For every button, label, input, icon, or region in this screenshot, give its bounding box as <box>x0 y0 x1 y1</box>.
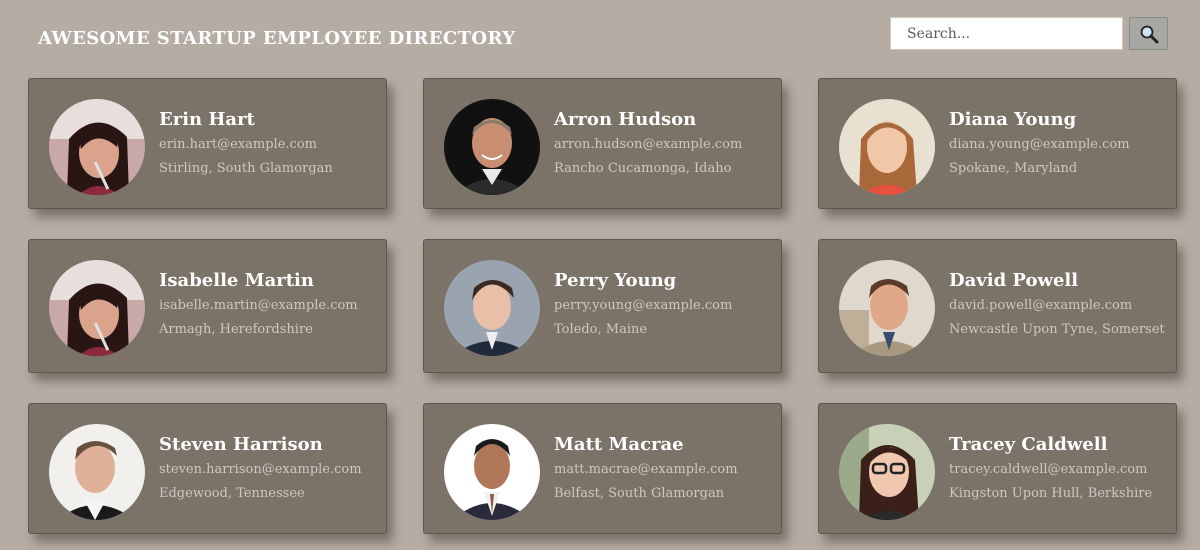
employee-name: Matt Macrae <box>554 434 684 455</box>
page-title: AWESOME STARTUP EMPLOYEE DIRECTORY <box>38 28 516 49</box>
employee-name: David Powell <box>949 270 1079 291</box>
employee-name: Erin Hart <box>159 109 255 130</box>
employee-location: Kingston Upon Hull, Berkshire <box>949 486 1153 501</box>
employee-card[interactable]: Erin Hart erin.hart@example.com Stirling… <box>28 78 387 209</box>
employee-email: erin.hart@example.com <box>159 137 317 152</box>
employee-location: Toledo, Maine <box>554 322 648 337</box>
employee-card[interactable]: Matt Macrae matt.macrae@example.com Belf… <box>423 403 782 534</box>
search-input[interactable] <box>890 17 1123 50</box>
employee-card[interactable]: Steven Harrison steven.harrison@example.… <box>28 403 387 534</box>
avatar <box>444 424 540 520</box>
employee-email: david.powell@example.com <box>949 298 1133 313</box>
avatar <box>49 260 145 356</box>
employee-location: Armagh, Herefordshire <box>159 322 313 337</box>
employee-card[interactable]: Perry Young perry.young@example.com Tole… <box>423 239 782 373</box>
employee-name: Tracey Caldwell <box>949 434 1108 455</box>
avatar <box>839 424 935 520</box>
avatar <box>444 99 540 195</box>
employee-location: Newcastle Upon Tyne, Somerset <box>949 322 1165 337</box>
employee-name: Isabelle Martin <box>159 270 314 291</box>
employee-card[interactable]: Arron Hudson arron.hudson@example.com Ra… <box>423 78 782 209</box>
search-form <box>890 17 1168 50</box>
avatar <box>49 424 145 520</box>
employee-name: Perry Young <box>554 270 677 291</box>
employee-email: steven.harrison@example.com <box>159 462 362 477</box>
employee-location: Rancho Cucamonga, Idaho <box>554 161 732 176</box>
magnifier-icon <box>1140 25 1158 43</box>
avatar <box>839 99 935 195</box>
avatar <box>444 260 540 356</box>
employee-card[interactable]: David Powell david.powell@example.com Ne… <box>818 239 1177 373</box>
employee-email: diana.young@example.com <box>949 137 1130 152</box>
employee-name: Steven Harrison <box>159 434 323 455</box>
employee-email: isabelle.martin@example.com <box>159 298 358 313</box>
avatar <box>839 260 935 356</box>
employee-email: tracey.caldwell@example.com <box>949 462 1148 477</box>
employee-card[interactable]: Diana Young diana.young@example.com Spok… <box>818 78 1177 209</box>
employee-email: matt.macrae@example.com <box>554 462 738 477</box>
avatar <box>49 99 145 195</box>
employee-name: Diana Young <box>949 109 1077 130</box>
employee-location: Belfast, South Glamorgan <box>554 486 725 501</box>
employee-card[interactable]: Tracey Caldwell tracey.caldwell@example.… <box>818 403 1177 534</box>
search-button[interactable] <box>1129 17 1168 50</box>
employee-location: Edgewood, Tennessee <box>159 486 305 501</box>
employee-card[interactable]: Isabelle Martin isabelle.martin@example.… <box>28 239 387 373</box>
employee-email: arron.hudson@example.com <box>554 137 743 152</box>
employee-location: Stirling, South Glamorgan <box>159 161 333 176</box>
employee-email: perry.young@example.com <box>554 298 733 313</box>
employee-name: Arron Hudson <box>554 109 697 130</box>
employee-location: Spokane, Maryland <box>949 161 1078 176</box>
